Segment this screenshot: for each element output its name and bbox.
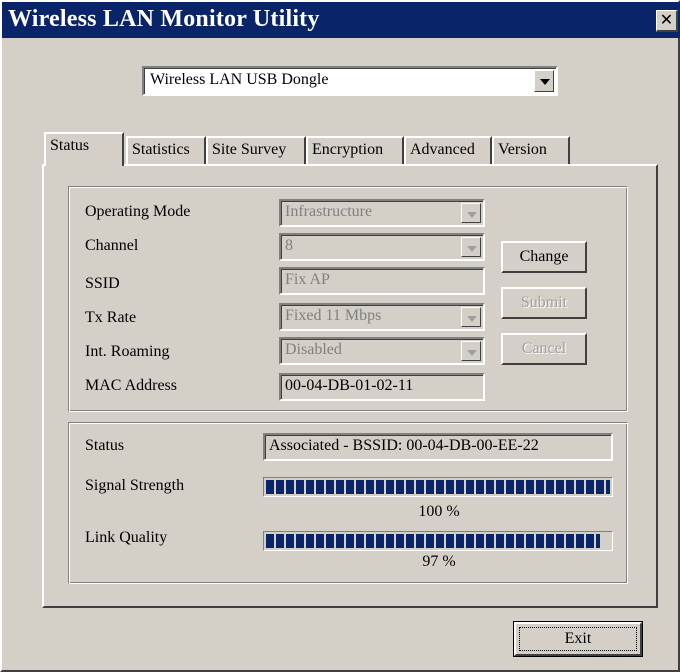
tab-status[interactable]: Status [44,132,124,166]
ssid-label: SSID [85,275,120,292]
channel-label: Channel [85,237,139,254]
mac-address-value: 00-04-DB-01-02-11 [285,377,414,394]
exit-focus-rect [519,627,637,651]
signal-strength-fill [266,480,610,494]
link-status-group: Status Associated - BSSID: 00-04-DB-00-E… [68,422,628,584]
submit-button[interactable]: Submit [501,287,587,319]
cancel-button-label: Cancel [521,340,567,357]
operating-mode-value: Infrastructure [285,203,373,220]
tab-status-label: Status [50,137,90,154]
channel-value: 8 [285,237,293,254]
tab-statistics-label: Statistics [132,141,190,158]
int-roaming-arrow[interactable] [461,341,481,361]
status-value: Associated - BSSID: 00-04-DB-00-EE-22 [269,437,539,454]
link-quality-percent: 97 % [422,553,456,570]
chevron-down-icon [540,79,550,85]
operating-mode-label: Operating Mode [85,203,191,220]
close-button[interactable]: ✕ [656,10,678,32]
channel-arrow[interactable] [461,237,481,257]
ssid-field[interactable]: Fix AP [279,267,485,295]
tab-advanced[interactable]: Advanced [404,136,492,164]
link-quality-bar [263,531,613,551]
title-bar[interactable]: Wireless LAN Monitor Utility ✕ [2,2,680,38]
channel-select[interactable]: 8 [279,233,485,261]
tab-version-label: Version [498,141,547,158]
main-window: Wireless LAN Monitor Utility ✕ Wireless … [0,0,680,672]
tab-site-survey-label: Site Survey [212,141,287,158]
change-button[interactable]: Change [501,241,587,273]
tx-rate-select[interactable]: Fixed 11 Mbps [279,303,485,331]
operating-mode-arrow[interactable] [461,203,481,223]
device-select-arrow[interactable] [534,70,554,92]
device-select[interactable]: Wireless LAN USB Dongle [142,66,558,96]
tx-rate-arrow[interactable] [461,307,481,327]
mac-address-label: MAC Address [85,377,178,394]
link-quality-label: Link Quality [85,529,168,546]
int-roaming-value: Disabled [285,341,342,358]
link-quality-fill [266,534,600,548]
cancel-button[interactable]: Cancel [501,333,587,365]
window-title: Wireless LAN Monitor Utility [8,6,320,32]
tab-site-survey[interactable]: Site Survey [206,136,306,164]
change-button-label: Change [519,248,569,265]
chevron-down-icon [467,350,477,356]
mac-address-field: 00-04-DB-01-02-11 [279,373,485,401]
tab-version[interactable]: Version [492,136,570,164]
tx-rate-value: Fixed 11 Mbps [285,307,382,324]
int-roaming-label: Int. Roaming [85,343,170,360]
operating-mode-select[interactable]: Infrastructure [279,199,485,227]
status-tab-panel: Operating Mode Infrastructure Channel 8 … [42,164,658,608]
device-select-value: Wireless LAN USB Dongle [150,71,329,88]
config-group: Operating Mode Infrastructure Channel 8 … [68,186,628,412]
tab-advanced-label: Advanced [410,141,475,158]
chevron-down-icon [467,246,477,252]
tab-statistics[interactable]: Statistics [126,136,206,164]
chevron-down-icon [467,212,477,218]
exit-button[interactable]: Exit [513,621,643,657]
chevron-down-icon [467,316,477,322]
tx-rate-label: Tx Rate [85,309,137,326]
submit-button-label: Submit [520,294,568,311]
tab-encryption[interactable]: Encryption [306,136,404,164]
signal-strength-percent: 100 % [418,503,460,520]
signal-strength-bar [263,477,613,497]
signal-strength-label: Signal Strength [85,477,185,494]
tab-encryption-label: Encryption [312,141,384,158]
int-roaming-select[interactable]: Disabled [279,337,485,365]
status-label: Status [85,437,125,454]
ssid-value: Fix AP [285,271,330,288]
close-icon: ✕ [659,10,674,29]
status-field: Associated - BSSID: 00-04-DB-00-EE-22 [263,433,613,461]
